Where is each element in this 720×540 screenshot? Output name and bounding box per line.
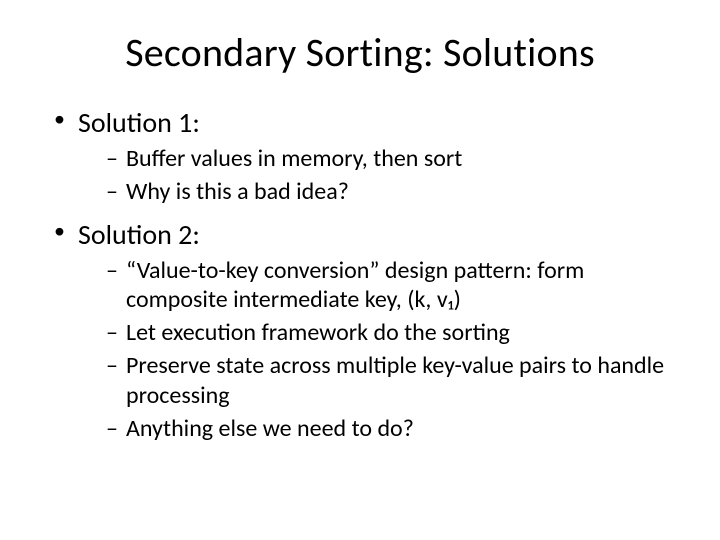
bullet-solution-2: Solution 2: “Value-to-key conversion” de… [54,217,680,444]
slide: Secondary Sorting: Solutions Solution 1:… [0,0,720,540]
sub-list: Buffer values in memory, then sort Why i… [78,144,680,207]
sub-bullet: “Value-to-key conversion” design pattern… [106,256,680,315]
sub-bullet: Preserve state across multiple key-value… [106,351,680,410]
bullet-list: Solution 1: Buffer values in memory, the… [40,105,680,443]
sub-bullet: Anything else we need to do? [106,414,680,443]
sub-list: “Value-to-key conversion” design pattern… [78,256,680,444]
slide-title: Secondary Sorting: Solutions [40,28,680,77]
sub-bullet: Buffer values in memory, then sort [106,144,680,173]
sub-bullet: Let execution framework do the sorting [106,318,680,347]
bullet-label: Solution 2: [78,217,200,252]
bullet-solution-1: Solution 1: Buffer values in memory, the… [54,105,680,207]
bullet-label: Solution 1: [78,105,200,140]
sub-bullet: Why is this a bad idea? [106,177,680,206]
